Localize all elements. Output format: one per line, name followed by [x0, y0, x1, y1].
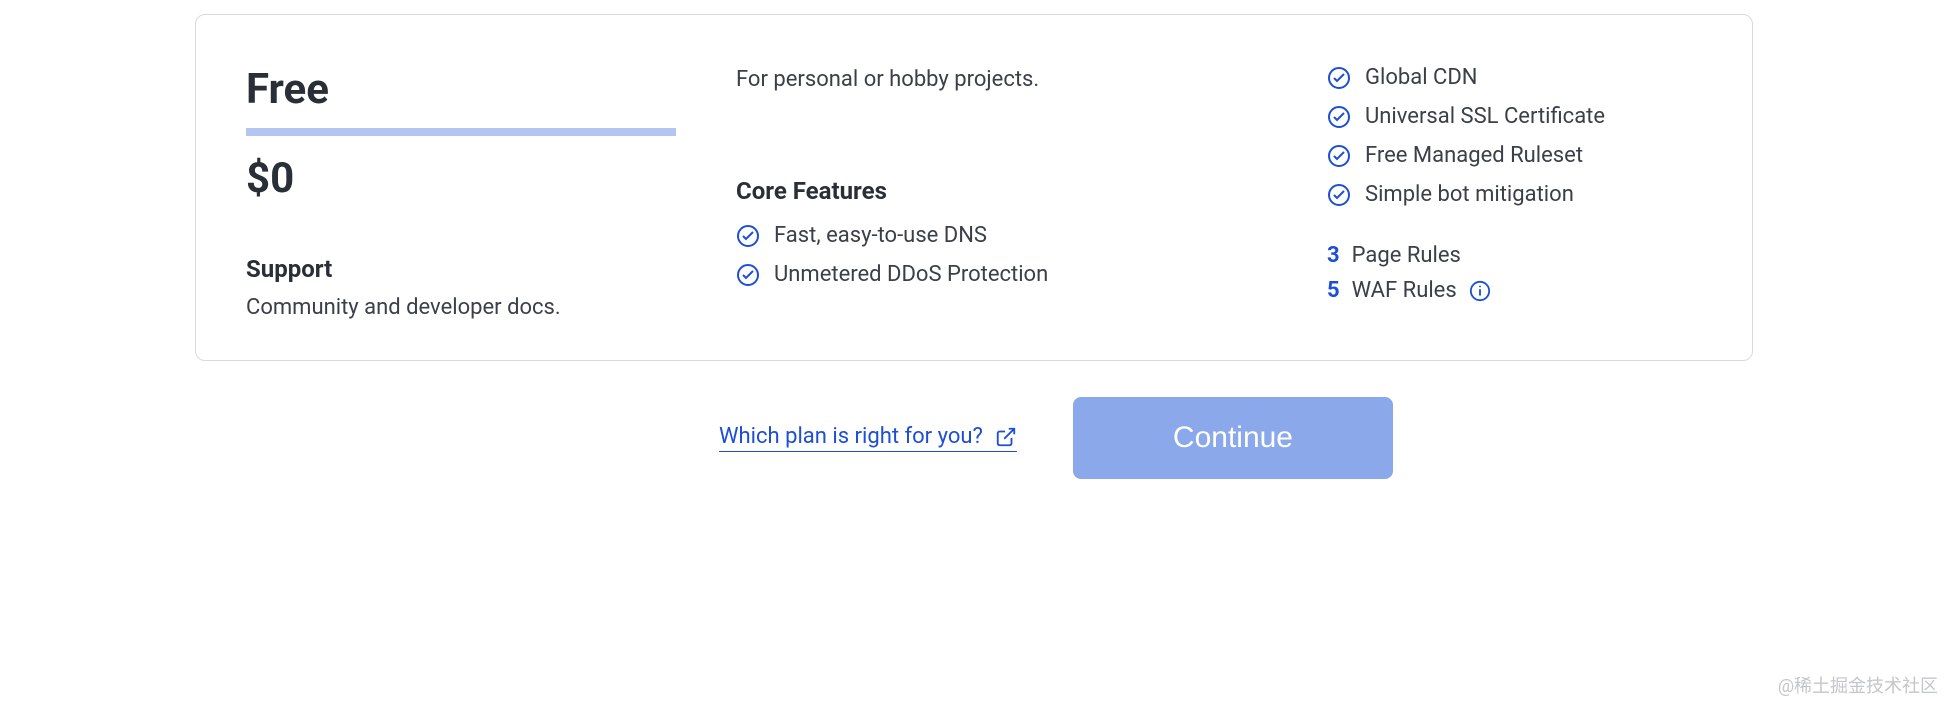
support-description: Community and developer docs.: [246, 295, 676, 320]
continue-button[interactable]: Continue: [1073, 397, 1393, 479]
info-icon[interactable]: [1469, 280, 1491, 302]
external-link-icon: [995, 426, 1017, 448]
feature-row: Fast, easy-to-use DNS: [736, 223, 1267, 248]
limit-label: WAF Rules: [1352, 278, 1457, 303]
check-circle-icon: [1327, 66, 1351, 90]
feature-row: Simple bot mitigation: [1327, 182, 1702, 207]
check-circle-icon: [736, 263, 760, 287]
help-link[interactable]: Which plan is right for you?: [719, 424, 1017, 452]
check-circle-icon: [1327, 105, 1351, 129]
help-link-label: Which plan is right for you?: [719, 424, 983, 449]
plan-mid-column: For personal or hobby projects. Core Fea…: [736, 65, 1267, 320]
plan-name: Free: [246, 65, 676, 114]
plan-tagline: For personal or hobby projects.: [736, 67, 1267, 92]
plan-limits: 3 Page Rules 5 WAF Rules: [1327, 243, 1702, 313]
watermark: @稀土掘金技术社区: [1778, 672, 1938, 698]
plan-card: Free $0 Support Community and developer …: [195, 14, 1753, 361]
plan-underline: [246, 128, 676, 136]
limit-row: 5 WAF Rules: [1327, 278, 1702, 303]
check-circle-icon: [1327, 183, 1351, 207]
plan-price: $0: [246, 154, 676, 203]
plan-actions: Which plan is right for you? Continue: [195, 397, 1393, 479]
limit-label: Page Rules: [1352, 243, 1461, 268]
feature-row: Free Managed Ruleset: [1327, 143, 1702, 168]
feature-label: Unmetered DDoS Protection: [774, 262, 1048, 287]
plan-left-column: Free $0 Support Community and developer …: [246, 65, 676, 320]
check-circle-icon: [736, 224, 760, 248]
limit-row: 3 Page Rules: [1327, 243, 1702, 268]
feature-row: Global CDN: [1327, 65, 1702, 90]
feature-label: Fast, easy-to-use DNS: [774, 223, 987, 248]
feature-row: Unmetered DDoS Protection: [736, 262, 1267, 287]
support-heading: Support: [246, 255, 676, 283]
feature-label: Free Managed Ruleset: [1365, 143, 1583, 168]
limit-count: 5: [1327, 278, 1340, 303]
feature-label: Simple bot mitigation: [1365, 182, 1574, 207]
limit-count: 3: [1327, 243, 1340, 268]
core-features-heading: Core Features: [736, 177, 1267, 205]
feature-label: Global CDN: [1365, 65, 1477, 90]
plan-right-column: Global CDN Universal SSL Certificate Fre…: [1327, 65, 1702, 320]
feature-row: Universal SSL Certificate: [1327, 104, 1702, 129]
check-circle-icon: [1327, 144, 1351, 168]
feature-label: Universal SSL Certificate: [1365, 104, 1605, 129]
